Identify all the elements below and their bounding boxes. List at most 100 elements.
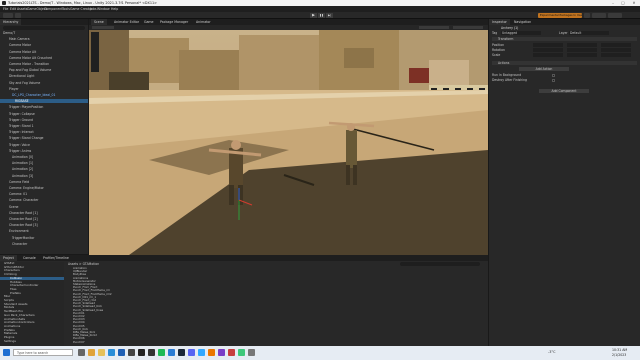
- windows-start-icon[interactable]: [3, 349, 10, 356]
- photoshop-icon[interactable]: [198, 349, 205, 356]
- hierarchy-item[interactable]: Trigger: Interact: [0, 130, 88, 134]
- project-search-input[interactable]: [400, 262, 480, 266]
- layer-dropdown[interactable]: Default: [569, 31, 609, 36]
- transform-header[interactable]: Transform: [492, 37, 637, 42]
- vscode-icon[interactable]: [168, 349, 175, 356]
- taskbar-search-input[interactable]: Type here to search: [13, 349, 73, 356]
- mail-icon[interactable]: [118, 349, 125, 356]
- discord-icon[interactable]: [188, 349, 195, 356]
- hierarchy-item[interactable]: TriggerMonitor: [0, 236, 88, 240]
- object-name[interactable]: Archery (1): [501, 26, 591, 30]
- hierarchy-item[interactable]: Character Root [3]: [0, 223, 88, 227]
- chrome-icon[interactable]: [88, 349, 95, 356]
- draw-mode-dropdown[interactable]: [419, 26, 449, 29]
- app2-icon[interactable]: [228, 349, 235, 356]
- transform-fields[interactable]: [533, 43, 633, 58]
- hierarchy-item[interactable]: Demo/T: [0, 31, 88, 35]
- play-button[interactable]: ▶: [310, 13, 317, 18]
- hierarchy-item[interactable]: Camera: Character: [0, 198, 88, 202]
- hierarchy-item[interactable]: Trigger: Voice: [0, 143, 88, 147]
- hierarchy-item[interactable]: Animation [3]: [0, 174, 88, 178]
- experimental-packages-badge[interactable]: Experimental Packages In Use ▾: [538, 13, 582, 18]
- store-icon[interactable]: [128, 349, 135, 356]
- app3-icon[interactable]: [238, 349, 245, 356]
- obs-icon[interactable]: [148, 349, 155, 356]
- tab-console[interactable]: Console: [20, 255, 39, 261]
- hierarchy-item[interactable]: Animation [0]: [0, 155, 88, 159]
- hierarchy-item[interactable]: Animation [2]: [0, 167, 88, 171]
- pause-button[interactable]: ❚❚: [318, 13, 325, 18]
- gizmo-tools[interactable]: [92, 26, 114, 29]
- weather-temp[interactable]: -3°C: [548, 350, 555, 354]
- run-background-checkbox[interactable]: [552, 74, 555, 77]
- hierarchy-item[interactable]: Character Root [1]: [0, 211, 88, 215]
- hierarchy-item[interactable]: Camera Motor: [0, 43, 88, 47]
- project-folder-item[interactable]: Settings: [0, 339, 64, 344]
- destroy-after-checkbox[interactable]: [552, 79, 555, 82]
- tab-profiler[interactable]: Profiler/Timeline: [40, 255, 72, 261]
- hierarchy-item[interactable]: Trigger: Stand 1: [0, 124, 88, 128]
- hierarchy-item[interactable]: Trigger: Anims: [0, 149, 88, 153]
- step-button[interactable]: ▶|: [326, 13, 333, 18]
- hierarchy-item[interactable]: Trigger: Ground: [0, 118, 88, 122]
- unity-taskbar-icon[interactable]: [138, 349, 145, 356]
- hierarchy-item[interactable]: Environment: [0, 229, 88, 233]
- file-explorer-icon[interactable]: [98, 349, 105, 356]
- actions-header[interactable]: Actions: [492, 61, 637, 66]
- hierarchy-item[interactable]: Pop and Fog Global Volume: [0, 68, 88, 72]
- tag-dropdown[interactable]: Untagged: [501, 31, 541, 36]
- tab-navigation[interactable]: Navigation: [511, 19, 534, 25]
- hierarchy-item[interactable]: Scene: [0, 205, 88, 209]
- inspector-panel: Inspector Navigation Archery (1) Tag Unt…: [489, 19, 640, 346]
- add-component-button[interactable]: Add Component: [539, 89, 589, 94]
- search-icon[interactable]: [584, 13, 590, 18]
- hierarchy-item[interactable]: Player: [0, 87, 88, 91]
- menu-component[interactable]: Component: [44, 7, 63, 11]
- hierarchy-item[interactable]: Main Camera: [0, 37, 88, 41]
- tab-hierarchy[interactable]: Hierarchy: [0, 19, 22, 25]
- hierarchy-item[interactable]: Camera Motor - Transition: [0, 62, 88, 66]
- hierarchy-search-input[interactable]: [3, 26, 85, 30]
- clock-date[interactable]: 2/1/2023: [612, 353, 626, 357]
- tab-inspector[interactable]: Inspector: [489, 19, 510, 25]
- layers-dropdown[interactable]: [592, 13, 606, 18]
- account-button[interactable]: [3, 13, 13, 18]
- project-file-item[interactable]: Punch07: [68, 340, 188, 344]
- hierarchy-item[interactable]: Character Root [2]: [0, 217, 88, 221]
- app4-icon[interactable]: [248, 349, 255, 356]
- hierarchy-item[interactable]: Camera: Engine/Motor: [0, 186, 88, 190]
- hierarchy-item[interactable]: Animation [1]: [0, 161, 88, 165]
- add-action-button[interactable]: Add Action: [519, 67, 569, 72]
- hierarchy-item[interactable]: DC_LPG_Character_Ideal_01: [0, 93, 88, 97]
- clock-time[interactable]: 10:31 AM: [612, 348, 627, 352]
- cloud-icon[interactable]: [15, 13, 21, 18]
- scene-view[interactable]: [89, 30, 488, 255]
- hierarchy-item[interactable]: Directional Light: [0, 74, 88, 78]
- menu-window[interactable]: Window: [97, 7, 110, 11]
- app-icon[interactable]: [218, 349, 225, 356]
- blender-icon[interactable]: [208, 349, 215, 356]
- scene-tool-palette[interactable]: [91, 32, 99, 72]
- gizmos-dropdown[interactable]: [453, 26, 483, 29]
- steam-icon[interactable]: [178, 349, 185, 356]
- menu-tools[interactable]: Tools: [62, 7, 70, 11]
- edge-icon[interactable]: [108, 349, 115, 356]
- hierarchy-item[interactable]: Camera Motor Alt: [0, 50, 88, 54]
- hierarchy-item[interactable]: Character: [0, 242, 88, 246]
- menu-jobs[interactable]: Jobs: [90, 7, 97, 11]
- hierarchy-item[interactable]: Camera Field: [0, 180, 88, 184]
- hierarchy-item[interactable]: Trigger: PlayerPosition: [0, 105, 88, 109]
- layout-dropdown[interactable]: [608, 13, 622, 18]
- menu-help[interactable]: Help: [111, 7, 118, 11]
- hierarchy-item[interactable]: Camera: 01: [0, 192, 88, 196]
- menu-file[interactable]: File: [3, 7, 8, 11]
- hierarchy-item[interactable]: Camera Motor Alt Crouched: [0, 56, 88, 60]
- hierarchy-item[interactable]: Trigger: Stand Change: [0, 136, 88, 140]
- spotify-icon[interactable]: [158, 349, 165, 356]
- menu-edit[interactable]: Edit: [10, 7, 16, 11]
- task-view-icon[interactable]: [78, 349, 85, 356]
- hierarchy-item[interactable]: Trigger: Collapse: [0, 112, 88, 116]
- hierarchy-item[interactable]: RIGBASE: [0, 99, 88, 104]
- menu-assets[interactable]: Assets: [17, 7, 27, 11]
- hierarchy-item[interactable]: Sky and Fog Volume: [0, 81, 88, 85]
